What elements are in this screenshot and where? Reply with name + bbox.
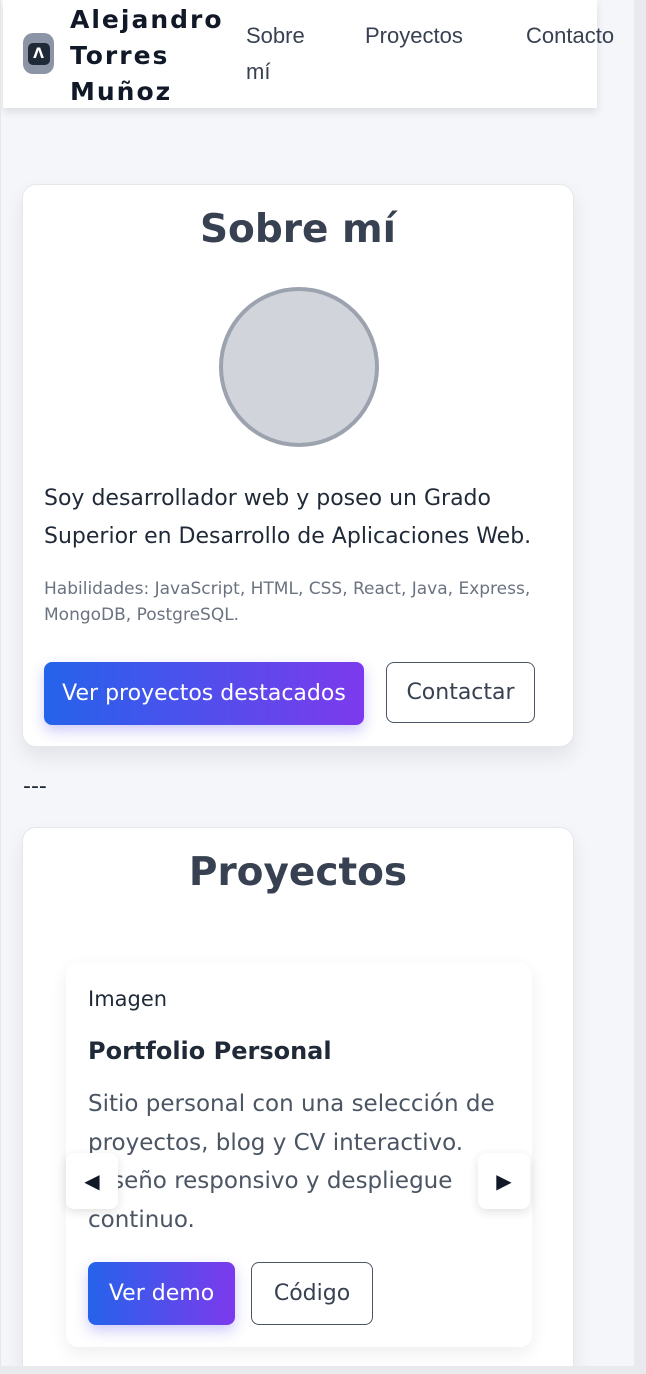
carousel-prev-button[interactable]: ◀ <box>66 1153 118 1209</box>
contact-button[interactable]: Contactar <box>386 662 535 723</box>
project-description: Sitio personal con una selección de proy… <box>88 1091 495 1233</box>
projects-title: Proyectos <box>188 850 408 895</box>
chevron-left-icon: ◀ <box>84 1169 100 1193</box>
nav-link-sobre-mi[interactable]: Sobre mí <box>246 18 326 90</box>
logo-icon: Λ <box>27 42 50 65</box>
project-slide: Imagen Portfolio Personal Sitio personal… <box>66 963 532 1347</box>
chevron-right-icon: ▶ <box>496 1169 512 1193</box>
featured-projects-button[interactable]: Ver proyectos destacados <box>44 662 364 725</box>
avatar <box>219 287 379 447</box>
nav-link-contacto[interactable]: Contacto <box>526 18 614 54</box>
about-description: Soy desarrollador web y poseo un Grado S… <box>44 486 532 549</box>
about-title: Sobre mí <box>199 207 397 252</box>
skills-list: Habilidades: JavaScript, HTML, CSS, Reac… <box>44 579 531 625</box>
page-viewport: Λ Alejandro Torres Muñoz Sobre mí Proyec… <box>0 0 634 1366</box>
logo[interactable]: Λ <box>23 33 54 74</box>
projects-section: Proyectos Imagen Portfolio Personal Siti… <box>22 827 574 1366</box>
view-code-button[interactable]: Código <box>251 1262 373 1325</box>
project-title: Portfolio Personal <box>88 1037 332 1065</box>
vertical-scrollbar[interactable] <box>634 0 646 1374</box>
horizontal-scrollbar[interactable] <box>0 1366 646 1374</box>
site-header: Λ Alejandro Torres Muñoz Sobre mí Proyec… <box>3 0 614 110</box>
section-divider: --- <box>23 774 47 799</box>
carousel-next-button[interactable]: ▶ <box>478 1153 530 1209</box>
about-section: Sobre mí Soy desarrollador web y poseo u… <box>22 184 574 747</box>
project-image-placeholder: Imagen <box>88 987 168 1011</box>
nav-link-proyectos[interactable]: Proyectos <box>365 18 463 54</box>
brand-name[interactable]: Alejandro Torres Muñoz <box>70 2 240 110</box>
view-demo-button[interactable]: Ver demo <box>88 1262 235 1325</box>
